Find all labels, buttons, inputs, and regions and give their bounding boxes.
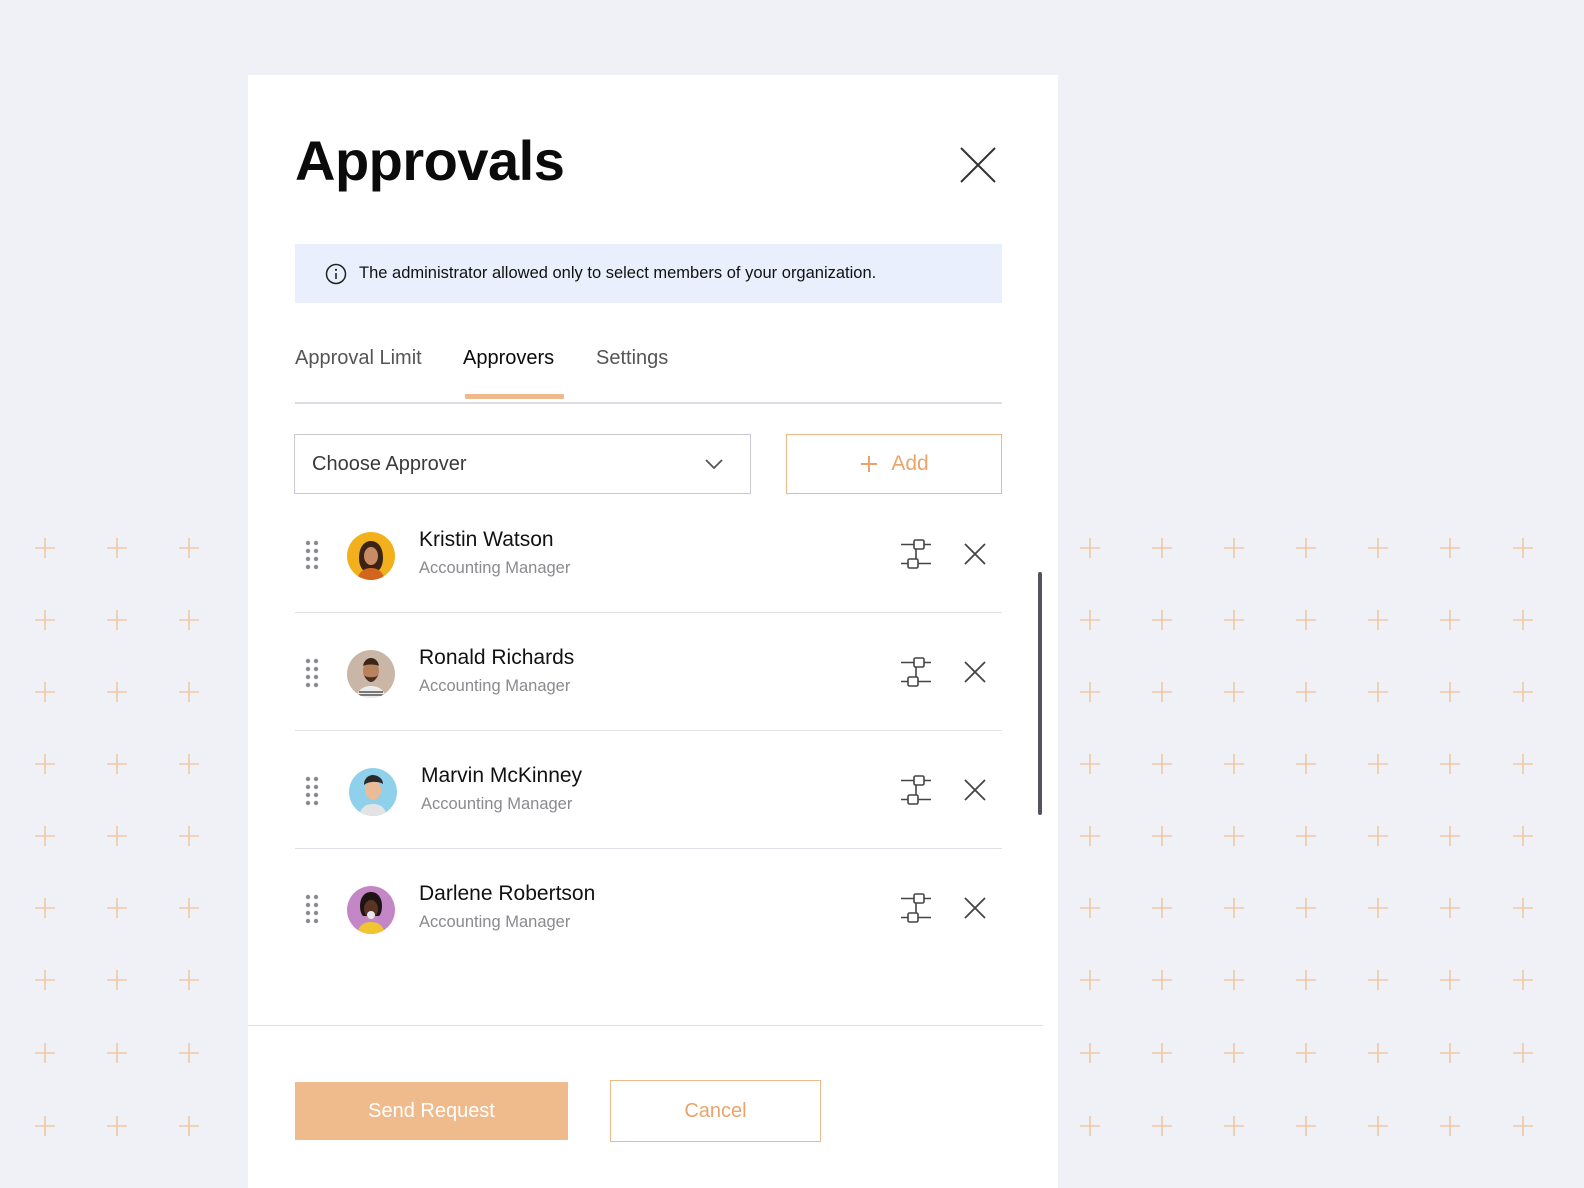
info-icon bbox=[325, 263, 347, 284]
drag-handle-icon[interactable] bbox=[304, 657, 320, 689]
drag-handle-icon[interactable] bbox=[304, 893, 320, 925]
approver-row: Darlene Robertson Accounting Manager bbox=[295, 849, 1002, 967]
workflow-icon[interactable] bbox=[899, 891, 933, 925]
send-request-button[interactable]: Send Request bbox=[295, 1082, 568, 1140]
cancel-button[interactable]: Cancel bbox=[610, 1080, 821, 1142]
add-button-label: Add bbox=[891, 452, 929, 475]
workflow-icon[interactable] bbox=[899, 655, 933, 689]
remove-approver-icon[interactable] bbox=[963, 542, 987, 566]
tab-approval-limit[interactable]: Approval Limit bbox=[295, 347, 422, 384]
approver-name: Darlene Robertson bbox=[419, 882, 596, 905]
add-approver-button[interactable]: Add bbox=[786, 434, 1002, 494]
approver-list: Kristin Watson Accounting Manager Ronald… bbox=[295, 495, 1002, 967]
approvals-dialog: Approvals The administrator allowed only… bbox=[248, 75, 1058, 1188]
background-plus-pattern-left bbox=[20, 530, 220, 1170]
drag-handle-icon[interactable] bbox=[304, 775, 320, 807]
drag-handle-icon[interactable] bbox=[304, 539, 320, 571]
list-scrollbar[interactable] bbox=[1038, 572, 1042, 815]
tab-settings[interactable]: Settings bbox=[596, 347, 668, 384]
dialog-title: Approvals bbox=[295, 129, 565, 192]
approver-role: Accounting Manager bbox=[421, 795, 573, 813]
approver-row: Marvin McKinney Accounting Manager bbox=[295, 731, 1002, 849]
approver-name: Kristin Watson bbox=[419, 528, 554, 551]
approver-name: Ronald Richards bbox=[419, 646, 575, 669]
avatar bbox=[347, 532, 395, 580]
approver-row: Ronald Richards Accounting Manager bbox=[295, 613, 1002, 731]
choose-approver-select[interactable]: Choose Approver bbox=[294, 434, 751, 494]
tab-approvers[interactable]: Approvers bbox=[463, 347, 554, 384]
info-banner: The administrator allowed only to select… bbox=[295, 244, 1002, 303]
info-banner-text: The administrator allowed only to select… bbox=[359, 264, 877, 282]
background-plus-pattern-right bbox=[1070, 530, 1570, 1170]
choose-approver-value: Choose Approver bbox=[312, 452, 467, 475]
avatar bbox=[349, 768, 397, 816]
close-dialog-button[interactable] bbox=[958, 145, 998, 185]
approver-role: Accounting Manager bbox=[419, 677, 571, 695]
footer-divider bbox=[248, 1025, 1043, 1026]
avatar bbox=[347, 650, 395, 698]
approver-row: Kristin Watson Accounting Manager bbox=[295, 495, 1002, 613]
active-tab-indicator bbox=[465, 394, 564, 399]
remove-approver-icon[interactable] bbox=[963, 778, 987, 802]
approver-role: Accounting Manager bbox=[419, 559, 571, 577]
remove-approver-icon[interactable] bbox=[963, 660, 987, 684]
workflow-icon[interactable] bbox=[899, 537, 933, 571]
approver-name: Marvin McKinney bbox=[421, 764, 583, 787]
tab-bar: Approval Limit Approvers Settings bbox=[295, 347, 1002, 404]
avatar bbox=[347, 886, 395, 934]
workflow-icon[interactable] bbox=[899, 773, 933, 807]
plus-icon bbox=[861, 456, 878, 472]
approver-role: Accounting Manager bbox=[419, 913, 571, 931]
remove-approver-icon[interactable] bbox=[963, 896, 987, 920]
close-icon bbox=[960, 147, 996, 183]
chevron-down-icon bbox=[705, 459, 723, 470]
